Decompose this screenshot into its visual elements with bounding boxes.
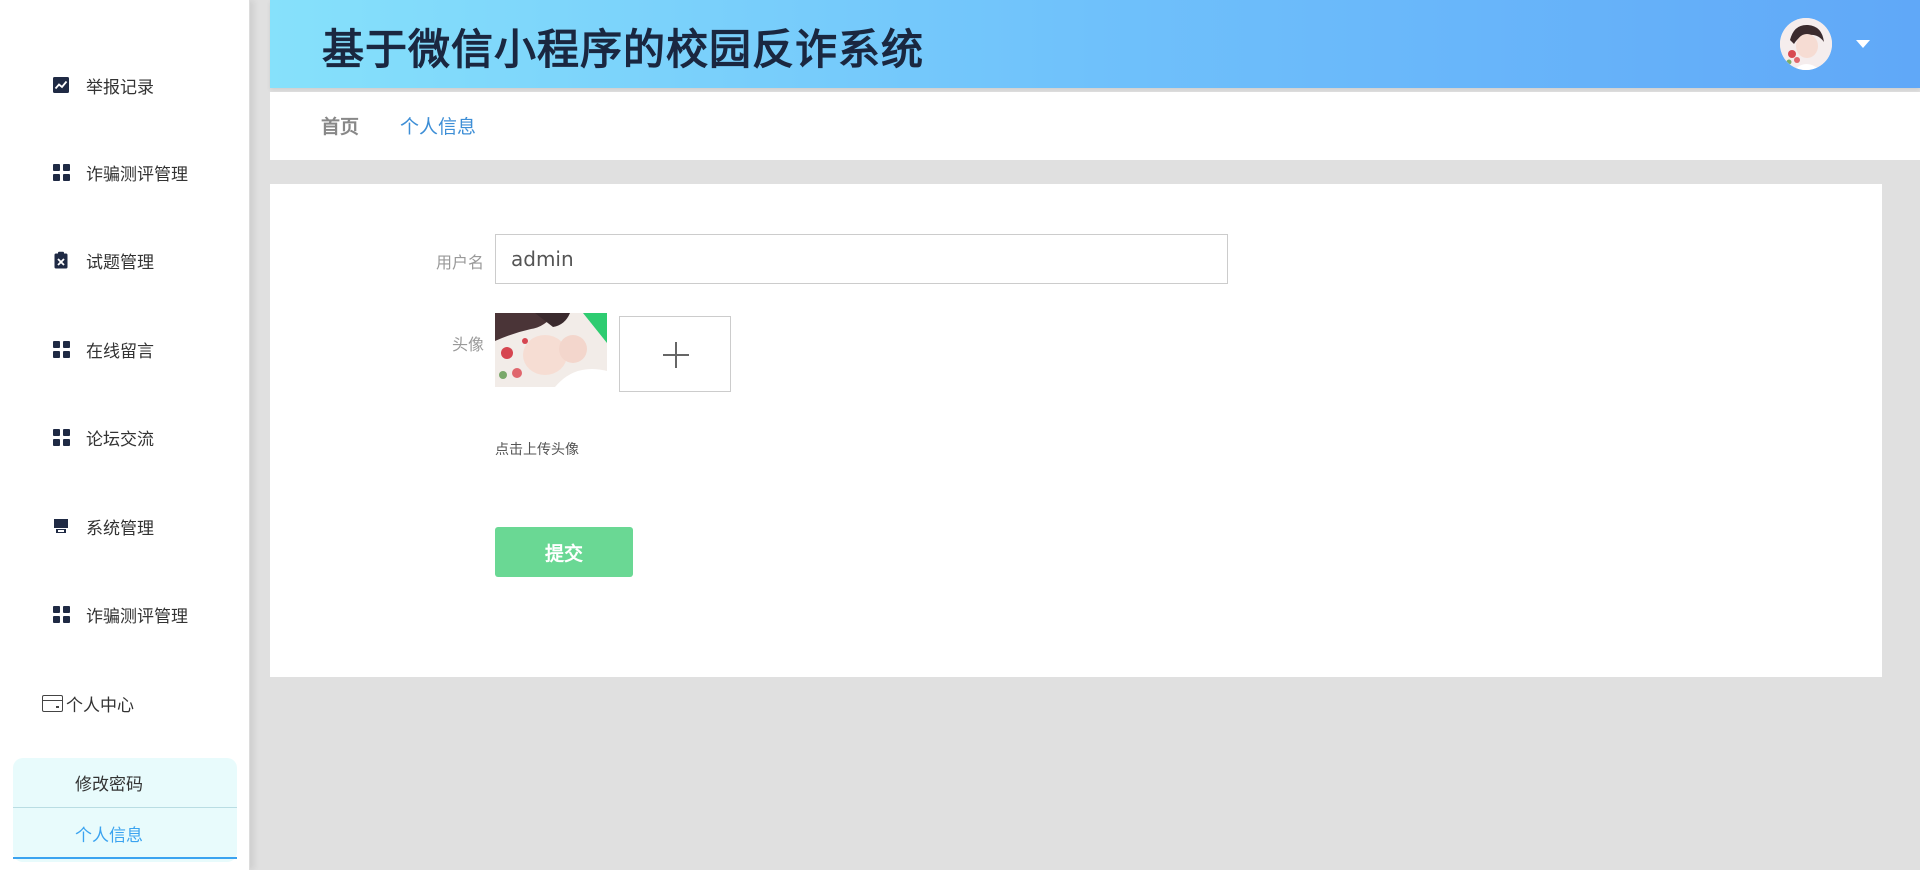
grid-icon xyxy=(52,340,70,358)
grid-icon xyxy=(52,428,70,446)
username-label: 用户名 xyxy=(435,253,484,272)
breadcrumb-home[interactable]: 首页 xyxy=(321,112,359,139)
app-title: 基于微信小程序的校园反诈系统 xyxy=(322,25,925,74)
avatar-label: 头像 xyxy=(451,335,484,354)
store-icon xyxy=(52,517,70,535)
sidebar-item-system-management[interactable]: 系统管理 xyxy=(52,511,154,541)
plus-icon xyxy=(675,342,677,368)
sidebar-item-label: 诈骗测评管理 xyxy=(86,606,188,627)
submit-button[interactable]: 提交 xyxy=(495,527,633,577)
sidebar-item-online-message[interactable]: 在线留言 xyxy=(52,334,154,364)
upload-hint: 点击上传头像 xyxy=(495,442,579,458)
sidebar-item-label: 试题管理 xyxy=(86,252,154,273)
sidebar-item-label: 论坛交流 xyxy=(86,429,154,450)
grid-icon xyxy=(52,605,70,623)
sidebar-item-label: 举报记录 xyxy=(86,77,154,98)
submenu-item-change-password[interactable]: 修改密码 xyxy=(13,758,237,808)
sidebar-item-label: 系统管理 xyxy=(86,518,154,539)
top-header: 基于微信小程序的校园反诈系统 xyxy=(270,0,1920,88)
sidebar-item-user-center[interactable]: 个人中心 xyxy=(42,688,134,718)
breadcrumb-current: 个人信息 xyxy=(400,116,477,138)
username-input[interactable]: admin xyxy=(495,234,1228,284)
sidebar-item-report-records[interactable]: 举报记录 xyxy=(52,70,154,100)
sidebar-item-label: 诈骗测评管理 xyxy=(86,164,188,185)
avatar-preview-image[interactable] xyxy=(495,313,607,387)
upload-avatar-button[interactable] xyxy=(619,316,731,392)
profile-form-panel: 用户名 admin 头像 点击上传头像 提交 xyxy=(270,184,1882,677)
sidebar-item-question-management[interactable]: 试题管理 xyxy=(52,245,154,275)
submenu-item-personal-info[interactable]: 个人信息 xyxy=(13,809,237,859)
user-center-submenu: 修改密码 个人信息 xyxy=(13,758,237,862)
wallet-icon xyxy=(42,694,63,712)
sidebar-item-forum[interactable]: 论坛交流 xyxy=(52,422,154,452)
grid-icon xyxy=(52,163,70,181)
trend-chart-icon xyxy=(52,76,70,94)
breadcrumb: 首页 个人信息 xyxy=(270,92,1920,160)
sidebar: 举报记录 诈骗测评管理 试题管理 在线留言 论坛交流 系统管理 诈骗测评管理 个… xyxy=(0,0,250,870)
sidebar-item-fraud-assessment-2[interactable]: 诈骗测评管理 xyxy=(52,599,188,629)
sidebar-item-label: 个人中心 xyxy=(66,695,134,716)
avatar[interactable] xyxy=(1780,18,1832,70)
clipboard-x-icon xyxy=(52,251,70,269)
sidebar-item-label: 在线留言 xyxy=(86,341,154,362)
chevron-down-icon[interactable] xyxy=(1856,40,1870,48)
sidebar-item-fraud-assessment[interactable]: 诈骗测评管理 xyxy=(52,157,188,187)
